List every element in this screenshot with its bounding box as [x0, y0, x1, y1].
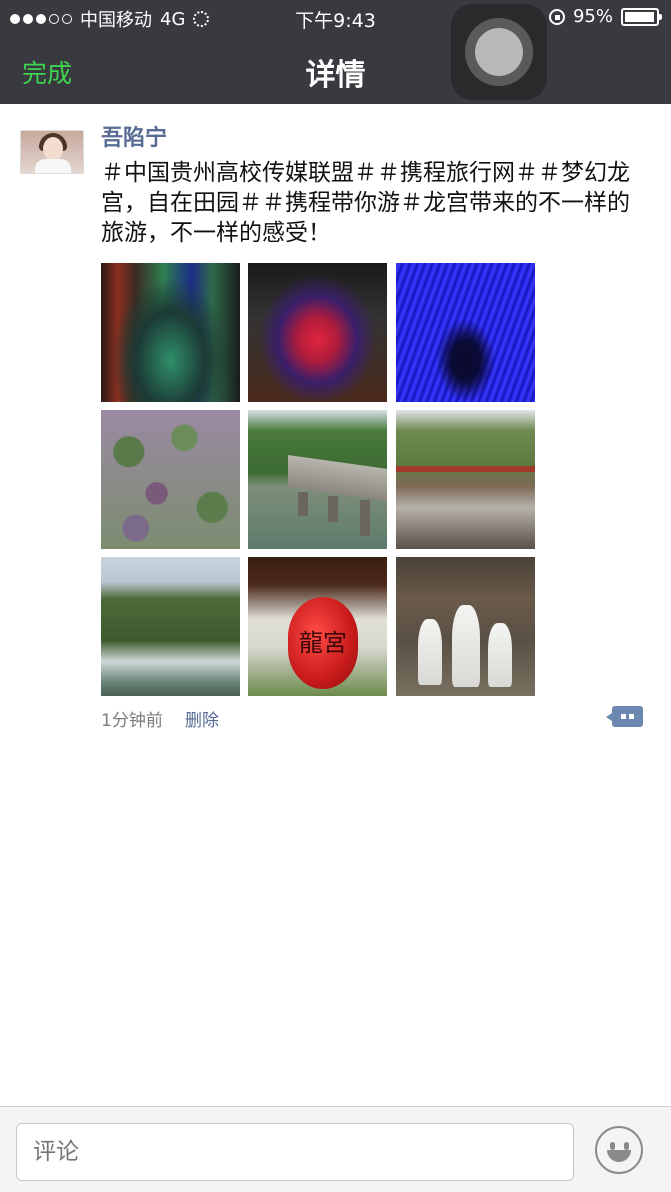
assistive-touch-button[interactable]: [451, 4, 547, 100]
comment-input[interactable]: [16, 1123, 574, 1181]
emoji-icon[interactable]: [595, 1126, 643, 1174]
photo-white-statues[interactable]: [396, 557, 535, 696]
battery-percent: 95%: [572, 6, 613, 27]
page-title: 详情: [305, 58, 366, 93]
battery-icon: [621, 7, 662, 26]
photo-cave-red-light[interactable]: [248, 263, 387, 402]
post-content: ＃中国贵州高校传媒联盟＃＃携程旅行网＃＃梦幻龙宫，自在田园＃＃携程带你游＃龙宫带…: [101, 160, 630, 246]
avatar[interactable]: [20, 130, 84, 174]
lantern-text: 龍宮: [299, 629, 347, 657]
top-bar: 中国移动 4G 下午9:43 95% 完成 详情: [0, 0, 671, 104]
status-bar: 中国移动 4G 下午9:43 95%: [0, 0, 671, 34]
status-right: 95%: [548, 6, 662, 27]
delete-button[interactable]: 删除: [185, 706, 219, 731]
photo-colorful-cave[interactable]: [101, 263, 240, 402]
navigation-bar: 完成 详情: [0, 34, 671, 104]
photo-riverside-rocks[interactable]: [396, 410, 535, 549]
rotation-lock-icon: [548, 8, 565, 25]
comment-options-icon[interactable]: [606, 706, 643, 727]
photo-waterfall[interactable]: [101, 557, 240, 696]
photo-blue-light-tunnel[interactable]: [396, 263, 535, 402]
photo-red-lantern[interactable]: 龍宮: [248, 557, 387, 696]
post-username[interactable]: 吾陷宁: [101, 120, 167, 152]
photo-lily-pads[interactable]: [101, 410, 240, 549]
post-timestamp: 1分钟前: [101, 711, 163, 731]
photo-stone-bridge-river[interactable]: [248, 410, 387, 549]
comment-bar: [0, 1106, 671, 1192]
